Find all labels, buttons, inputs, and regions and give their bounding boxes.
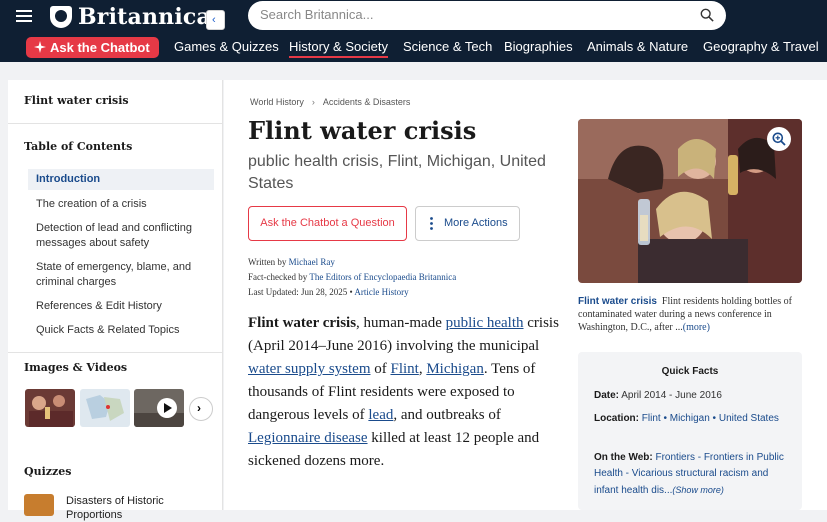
search-icon[interactable]	[700, 8, 714, 22]
page-subtitle: public health crisis, Flint, Michigan, U…	[248, 153, 546, 192]
hamburger-icon[interactable]	[16, 10, 32, 22]
search-bar[interactable]	[248, 1, 726, 30]
thumbnails-next-button[interactable]: ›	[189, 397, 213, 421]
quick-facts-web: On the Web: Frontiers - Frontiers in Pub…	[594, 450, 790, 499]
breadcrumb-item[interactable]: World History	[250, 97, 304, 107]
intro-text: , and outbreaks of	[393, 407, 501, 423]
toc-item-detection[interactable]: Detection of lead and conflicting messag…	[36, 221, 214, 251]
location-link-flint[interactable]: Flint	[642, 413, 661, 424]
toc-item-references[interactable]: References & Edit History	[36, 299, 214, 314]
sparkle-icon	[34, 41, 46, 53]
sidebar-article-title[interactable]: Flint water crisis	[24, 94, 129, 107]
toc-item-creation[interactable]: The creation of a crisis	[36, 197, 214, 212]
media-thumbnail[interactable]	[134, 389, 184, 427]
quick-facts-location: Location: Flint • Michigan • United Stat…	[594, 411, 790, 427]
written-by-label: Written by	[248, 257, 287, 267]
link-michigan[interactable]: Michigan	[426, 361, 484, 377]
show-more-link[interactable]: (Show more)	[672, 485, 724, 495]
web-label: On the Web:	[594, 452, 653, 463]
caption-title[interactable]: Flint water crisis	[578, 296, 657, 307]
chevron-left-icon: ‹	[212, 14, 216, 26]
chevron-right-icon: ›	[197, 401, 201, 415]
article-sidebar: Flint water crisis Table of Contents Int…	[8, 80, 223, 510]
collapse-sidebar-button[interactable]: ‹	[206, 10, 225, 30]
kebab-icon	[430, 217, 433, 230]
quick-facts-date: Date: April 2014 - June 2016	[594, 388, 790, 404]
date-label: Date:	[594, 390, 620, 401]
link-legionnaire-disease[interactable]: Legionnaire disease	[248, 430, 368, 446]
link-water-supply-system[interactable]: water supply system	[248, 361, 370, 377]
location-label: Location:	[594, 413, 639, 424]
intro-paragraph: Flint water crisis, human-made public he…	[248, 312, 563, 473]
nav-animals-nature[interactable]: Animals & Nature	[587, 39, 688, 54]
zoom-icon	[772, 132, 786, 146]
ask-chatbot-question-button[interactable]: Ask the Chatbot a Question	[248, 206, 407, 241]
britannica-logo[interactable]: Britannica	[50, 4, 211, 30]
zoom-image-button[interactable]	[767, 127, 791, 151]
images-videos-heading: Images & Videos	[24, 361, 128, 374]
location-separator: •	[709, 413, 719, 424]
article-history-link[interactable]: Article History	[354, 287, 408, 297]
nav-history-society[interactable]: History & Society	[289, 39, 388, 58]
sidebar-divider	[8, 123, 223, 124]
date-value: April 2014 - June 2016	[621, 390, 722, 401]
breadcrumb-separator-icon: ›	[311, 97, 315, 107]
intro-bold-term: Flint water crisis	[248, 315, 357, 331]
top-bar: Britannica	[0, 0, 827, 34]
intro-text: of	[370, 361, 391, 377]
quizzes-heading: Quizzes	[24, 465, 72, 478]
article-main: World History › Accidents & Disasters Flin…	[224, 80, 827, 510]
link-public-health[interactable]: public health	[446, 315, 524, 331]
quick-facts-panel: Quick Facts Date: April 2014 - June 2016…	[578, 352, 802, 510]
britannica-thistle-icon	[50, 6, 72, 28]
nav-geography-travel[interactable]: Geography & Travel	[703, 39, 819, 54]
nav-games-quizzes[interactable]: Games & Quizzes	[174, 39, 279, 54]
quick-facts-title: Quick Facts	[661, 366, 719, 377]
caption-more-link[interactable]: (more)	[683, 322, 710, 333]
more-actions-button[interactable]: More Actions	[415, 206, 520, 241]
search-input[interactable]	[260, 7, 680, 22]
toc-item-introduction[interactable]: Introduction	[28, 169, 214, 190]
location-link-united-states[interactable]: United States	[719, 413, 779, 424]
sidebar-divider	[8, 352, 223, 353]
last-updated: Last Updated: Jun 28, 2025	[248, 287, 348, 297]
location-separator: •	[660, 413, 670, 424]
quiz-thumbnail[interactable]	[24, 494, 54, 516]
more-actions-label: More Actions	[444, 217, 508, 229]
category-nav: Ask the Chatbot Games & Quizzes History …	[0, 34, 827, 62]
author-link[interactable]: Michael Ray	[289, 257, 335, 267]
toc-item-emergency[interactable]: State of emergency, blame, and criminal …	[36, 260, 214, 290]
media-thumbnail[interactable]	[80, 389, 130, 427]
breadcrumb: World History › Accidents & Disasters	[250, 97, 410, 107]
location-link-michigan[interactable]: Michigan	[670, 413, 710, 424]
intro-text: , human-made	[356, 315, 446, 331]
link-flint[interactable]: Flint	[390, 361, 418, 377]
nav-biographies[interactable]: Biographies	[504, 39, 573, 54]
nav-science-tech[interactable]: Science & Tech	[403, 39, 492, 54]
link-lead[interactable]: lead	[368, 407, 393, 423]
ask-chatbot-button[interactable]: Ask the Chatbot	[26, 37, 159, 58]
page-title: Flint water crisis	[248, 116, 477, 145]
breadcrumb-item[interactable]: Accidents & Disasters	[323, 97, 411, 107]
fact-checker-link[interactable]: The Editors of Encyclopaedia Britannica	[309, 272, 456, 282]
fact-checked-label: Fact-checked by	[248, 272, 308, 282]
media-thumbnail[interactable]	[25, 389, 75, 427]
toc-heading: Table of Contents	[24, 140, 133, 153]
hero-image[interactable]	[578, 119, 802, 283]
brand-name: Britannica	[78, 4, 211, 30]
image-caption: Flint water crisis Flint residents holdi…	[578, 295, 804, 334]
byline: Written by Michael Ray Fact-checked by T…	[248, 257, 457, 297]
toc-item-quick-facts[interactable]: Quick Facts & Related Topics	[36, 323, 214, 338]
quiz-title[interactable]: Disasters of Historic Proportions	[66, 494, 206, 522]
ask-chatbot-label: Ask the Chatbot	[50, 40, 150, 55]
